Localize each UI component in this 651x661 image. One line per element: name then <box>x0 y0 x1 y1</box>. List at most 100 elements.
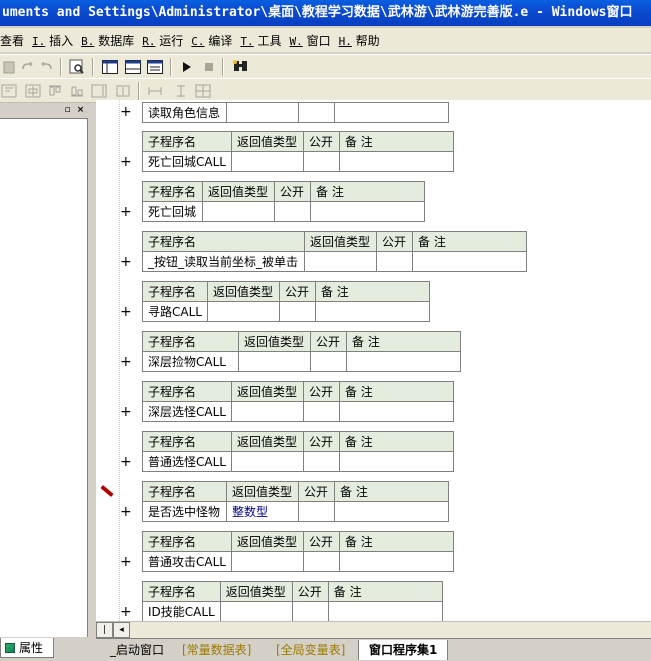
close-icon[interactable]: × <box>75 105 86 116</box>
binoculars-icon[interactable] <box>232 58 250 76</box>
code-editor[interactable]: + 读取角色信息 子程序名 返回值类型 公开备 注 死亡回城CALL + 子程序名返… <box>96 100 651 621</box>
public-cell[interactable] <box>298 501 335 522</box>
stop-icon[interactable] <box>200 58 218 76</box>
sub-name-cell[interactable]: 死亡回城CALL <box>142 151 232 172</box>
public-cell[interactable] <box>298 102 335 123</box>
remark-cell[interactable] <box>338 451 454 472</box>
redo-icon[interactable] <box>18 58 36 76</box>
expand-icon[interactable]: + <box>120 305 132 319</box>
align-right-icon[interactable] <box>90 82 108 100</box>
sub-name-cell[interactable]: 深层选怪CALL <box>142 401 232 422</box>
sub-name-cell[interactable]: 普通攻击CALL <box>142 551 232 572</box>
sub-name-cell[interactable]: ID技能CALL <box>142 601 221 621</box>
public-cell[interactable] <box>302 451 340 472</box>
layout-left-icon[interactable] <box>101 58 119 76</box>
scroll-left-icon[interactable]: | <box>96 622 113 638</box>
center-form-icon[interactable] <box>194 82 212 100</box>
return-type-cell[interactable] <box>202 201 275 222</box>
public-cell[interactable] <box>291 601 329 621</box>
col-header-name: 子程序名 <box>142 481 227 502</box>
menu-compile[interactable]: C. 编译 <box>191 32 238 49</box>
expand-icon[interactable]: + <box>120 605 132 619</box>
menu-insert[interactable]: I. 插入 <box>32 32 79 49</box>
tab-global-variables[interactable]: [全局变量表] <box>266 640 355 660</box>
expand-icon[interactable]: + <box>120 555 132 569</box>
remark-cell[interactable] <box>334 102 449 123</box>
public-cell[interactable] <box>376 251 413 272</box>
public-cell[interactable] <box>310 351 347 372</box>
dock-icon[interactable]: ▫ <box>62 105 73 116</box>
remark-cell[interactable] <box>346 351 461 372</box>
remark-cell[interactable] <box>338 551 454 572</box>
remark-cell[interactable] <box>310 201 425 222</box>
expand-icon[interactable]: + <box>120 355 132 369</box>
expand-icon[interactable]: + <box>120 105 132 119</box>
col-header-name: 子程序名 <box>142 181 203 202</box>
align-center-icon[interactable] <box>24 82 42 100</box>
return-type-cell[interactable] <box>238 351 311 372</box>
sub-name-cell[interactable]: 死亡回城 <box>142 201 203 222</box>
return-type-cell[interactable] <box>230 451 304 472</box>
remark-cell[interactable] <box>338 401 454 422</box>
menu-run[interactable]: R. 运行 <box>142 32 189 49</box>
public-cell[interactable] <box>274 201 311 222</box>
sub-name-cell[interactable]: 是否选中怪物 <box>142 501 227 522</box>
return-type-cell[interactable] <box>304 251 377 272</box>
same-width-icon[interactable] <box>146 82 164 100</box>
sub-name-cell[interactable]: 寻路CALL <box>142 301 208 322</box>
tab-startup-window[interactable]: _启动窗口 <box>100 640 174 660</box>
col-header-public: 公开 <box>274 181 311 202</box>
return-type-cell[interactable] <box>230 151 304 172</box>
expand-icon[interactable]: + <box>120 255 132 269</box>
expand-icon[interactable]: + <box>120 205 132 219</box>
return-type-cell[interactable] <box>219 601 293 621</box>
menu-database[interactable]: B. 数据库 <box>81 32 140 49</box>
layout-bottom-icon[interactable] <box>124 58 142 76</box>
align-left-icon[interactable] <box>0 82 18 100</box>
scroll-left-arrow-icon[interactable]: ◂ <box>113 622 130 638</box>
public-cell[interactable] <box>278 301 316 322</box>
align-top-icon[interactable] <box>46 82 64 100</box>
public-cell[interactable] <box>302 151 340 172</box>
align-bottom-icon[interactable] <box>68 82 86 100</box>
sub-name-cell[interactable]: 深层捡物CALL <box>142 351 239 372</box>
same-size-icon[interactable] <box>172 82 190 100</box>
remark-cell[interactable] <box>338 151 454 172</box>
public-cell[interactable] <box>302 551 340 572</box>
same-height-icon[interactable] <box>114 82 132 100</box>
tab-window-procedures[interactable]: 窗口程序集1 <box>358 640 449 660</box>
undo-icon[interactable] <box>38 58 56 76</box>
col-header-name: 子程序名 <box>142 131 232 152</box>
public-cell[interactable] <box>302 401 340 422</box>
expand-icon[interactable]: + <box>120 155 132 169</box>
return-type-cell[interactable] <box>230 401 304 422</box>
sub-name-cell[interactable]: _按钮_读取当前坐标_被单击 <box>142 251 305 272</box>
return-type-cell[interactable] <box>206 301 280 322</box>
remark-cell[interactable] <box>412 251 527 272</box>
menu-view[interactable]: 查看 <box>0 32 30 49</box>
col-header-name: 子程序名 <box>142 331 239 352</box>
expand-icon[interactable]: + <box>120 455 132 469</box>
tab-properties[interactable]: 属性 <box>0 638 54 658</box>
return-type-cell[interactable] <box>230 551 304 572</box>
horizontal-scrollbar[interactable]: | ◂ <box>96 621 651 638</box>
return-type-cell[interactable]: 整数型 <box>226 501 299 522</box>
layout-full-icon[interactable] <box>146 58 164 76</box>
sub-name-cell[interactable]: 读取角色信息 <box>142 102 227 123</box>
sub-name-cell[interactable]: 普通选怪CALL <box>142 451 232 472</box>
remark-cell[interactable] <box>327 601 443 621</box>
return-type-cell[interactable] <box>226 102 299 123</box>
find-icon[interactable] <box>68 58 86 76</box>
menu-tools[interactable]: T. 工具 <box>240 32 287 49</box>
menu-window[interactable]: W. 窗口 <box>289 32 336 49</box>
menu-help[interactable]: H. 帮助 <box>339 32 386 49</box>
run-icon[interactable] <box>178 58 196 76</box>
expand-icon[interactable]: + <box>120 505 132 519</box>
remark-cell[interactable] <box>314 301 430 322</box>
expand-icon[interactable]: + <box>120 405 132 419</box>
col-header-return-type: 返回值类型 <box>230 381 304 402</box>
col-header-return-type: 返回值类型 <box>238 331 311 352</box>
paste-icon[interactable] <box>0 58 18 76</box>
remark-cell[interactable] <box>334 501 449 522</box>
tab-constants[interactable]: [常量数据表] <box>172 640 261 660</box>
